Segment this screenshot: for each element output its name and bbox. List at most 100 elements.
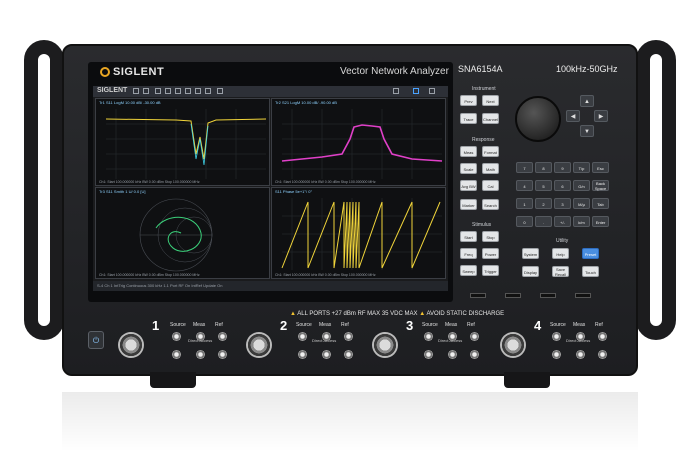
port-4-connector[interactable]	[500, 332, 526, 358]
port-2-jumper[interactable]	[298, 350, 307, 359]
port-4-jumper[interactable]	[576, 350, 585, 359]
save-icon[interactable]	[205, 88, 211, 94]
search-button[interactable]: Search	[482, 199, 499, 210]
prev-button[interactable]: Prev	[460, 95, 477, 106]
port-2-jumper[interactable]	[322, 350, 331, 359]
stop-button[interactable]: Stop	[482, 231, 499, 242]
port-2-jumper[interactable]	[344, 350, 353, 359]
port-2-jumper[interactable]	[322, 332, 331, 341]
power-button[interactable]: ⏻	[88, 331, 104, 349]
touch-button[interactable]: Touch	[582, 266, 599, 277]
rotary-knob[interactable]	[515, 96, 561, 142]
port-3-jumper[interactable]	[424, 350, 433, 359]
numpad-sign[interactable]: +/-	[554, 216, 571, 227]
plot-s21-logmag[interactable]: Tr2 S21 LogM 10.00 dB/ -90.00 dB Ch1: St…	[271, 98, 446, 186]
power-button[interactable]: Power	[482, 248, 499, 259]
port-3-ref-label: Ref	[467, 322, 475, 328]
camera-icon[interactable]	[217, 88, 223, 94]
numpad-gn[interactable]: G/n	[573, 180, 590, 191]
meas-button[interactable]: Meas	[460, 146, 477, 157]
port-3-connector[interactable]	[372, 332, 398, 358]
numpad-dot[interactable]: .	[535, 216, 552, 227]
numpad-mu[interactable]: M/μ	[573, 198, 590, 209]
scale-button[interactable]: Scale	[460, 163, 477, 174]
numpad-3[interactable]: 3	[554, 198, 571, 209]
numpad-1[interactable]: 1	[516, 198, 533, 209]
menu-icon[interactable]	[429, 88, 435, 94]
numpad-tp[interactable]: T/p	[573, 162, 590, 173]
marker-button[interactable]: Marker	[460, 199, 477, 210]
numpad-8[interactable]: 8	[535, 162, 552, 173]
port-2-jumper[interactable]	[344, 332, 353, 341]
arrow-left-button[interactable]: ◀	[566, 110, 580, 122]
port-3-jumper[interactable]	[448, 332, 457, 341]
numpad-5[interactable]: 5	[535, 180, 552, 191]
numpad-km[interactable]: k/m	[573, 216, 590, 227]
channel-button[interactable]: Channel	[482, 113, 499, 124]
port-1-jumper[interactable]	[172, 332, 181, 341]
usb-port-2[interactable]	[505, 293, 521, 298]
port-1-jumper[interactable]	[218, 332, 227, 341]
cal-button[interactable]: Cal	[482, 180, 499, 191]
plot-s11-phase[interactable]: S11 Phase 5e+1°/ 0° Ch1: Start 100.00000…	[271, 187, 446, 279]
measure-icon[interactable]	[195, 88, 201, 94]
warning-triangle-icon-2: ▲	[419, 311, 426, 317]
help-button[interactable]: Help	[552, 248, 569, 259]
undo-icon[interactable]	[133, 88, 139, 94]
system-button[interactable]: System	[522, 248, 539, 259]
format-button[interactable]: Format	[482, 146, 499, 157]
numpad-6[interactable]: 6	[554, 180, 571, 191]
freq-button[interactable]: Freq	[460, 248, 477, 259]
port-4-jumper[interactable]	[552, 332, 561, 341]
channel-icon[interactable]	[175, 88, 181, 94]
trigger-button[interactable]: Trigger	[482, 265, 499, 276]
port-4-jumper[interactable]	[552, 350, 561, 359]
arrow-down-button[interactable]: ▼	[580, 125, 594, 137]
plot-s11-smith[interactable]: Tr3 S11 Smith 1 U/ 0.0 [U] Ch1: Start 10…	[95, 187, 270, 279]
arrow-up-button[interactable]: ▲	[580, 95, 594, 107]
port-3-jumper[interactable]	[470, 332, 479, 341]
port-1-connector[interactable]	[118, 332, 144, 358]
port-2-connector[interactable]	[246, 332, 272, 358]
usb-port-3[interactable]	[540, 293, 556, 298]
plot-s11-logmag[interactable]: Tr1 S11 LogM 10.00 dB/ -30.00 dB Ch1: St…	[95, 98, 270, 186]
trace-button[interactable]: Trace	[460, 113, 477, 124]
next-button[interactable]: Next	[482, 95, 499, 106]
math-button[interactable]: Math	[482, 163, 499, 174]
start-button[interactable]: Start	[460, 231, 477, 242]
numpad-9[interactable]: 9	[554, 162, 571, 173]
port-1-jumper[interactable]	[196, 332, 205, 341]
redo-icon[interactable]	[143, 88, 149, 94]
usb-port-4[interactable]	[575, 293, 591, 298]
esc-button[interactable]: Esc	[592, 162, 609, 173]
port-1-jumper[interactable]	[196, 350, 205, 359]
preset-button[interactable]: Preset	[582, 248, 599, 259]
port-2-jumper[interactable]	[298, 332, 307, 341]
avg-bw-button[interactable]: Avg BW	[460, 180, 477, 191]
port-4-jumper[interactable]	[576, 332, 585, 341]
tab-button[interactable]: Tab	[592, 198, 609, 209]
port-3-jumper[interactable]	[424, 332, 433, 341]
numpad-7[interactable]: 7	[516, 162, 533, 173]
touch-screen[interactable]: SIGLENT Tr1 S11 LogM 10.00 dB/ -30.00 dB…	[93, 86, 448, 291]
usb-port-1[interactable]	[470, 293, 486, 298]
port-4-jumper[interactable]	[598, 350, 607, 359]
marker-icon[interactable]	[155, 88, 161, 94]
arrow-right-button[interactable]: ▶	[594, 110, 608, 122]
save-recall-button[interactable]: Save Recall	[552, 266, 569, 277]
calibration-icon[interactable]	[185, 88, 191, 94]
sweep-button[interactable]: Sweep	[460, 265, 477, 276]
settings-icon[interactable]	[393, 88, 399, 94]
port-1-jumper[interactable]	[218, 350, 227, 359]
port-3-jumper[interactable]	[470, 350, 479, 359]
trace-icon[interactable]	[165, 88, 171, 94]
numpad-0[interactable]: 0	[516, 216, 533, 227]
backspace-button[interactable]: Back Space	[592, 180, 609, 191]
display-button[interactable]: Display	[522, 266, 539, 277]
numpad-4[interactable]: 4	[516, 180, 533, 191]
port-1-jumper[interactable]	[172, 350, 181, 359]
enter-button[interactable]: Enter	[592, 216, 609, 227]
numpad-2[interactable]: 2	[535, 198, 552, 209]
port-4-jumper[interactable]	[598, 332, 607, 341]
port-3-jumper[interactable]	[448, 350, 457, 359]
